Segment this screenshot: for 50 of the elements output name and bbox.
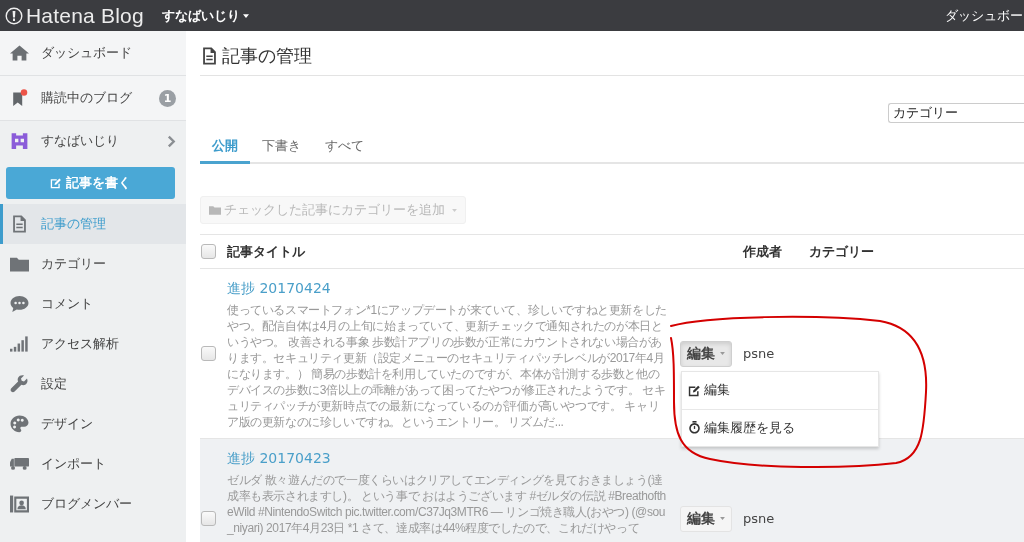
id-card-icon: [10, 495, 29, 513]
folder-icon: [209, 205, 221, 215]
sidebar-item[interactable]: アクセス解析: [0, 324, 186, 364]
tab[interactable]: すべて: [313, 130, 376, 164]
edit-dropdown-button[interactable]: 編集: [680, 340, 732, 367]
menu-item[interactable]: 編集履歴を見る: [682, 408, 878, 446]
bar-chart-icon: [10, 335, 29, 353]
edit-dropdown-button[interactable]: 編集: [680, 505, 732, 532]
logo-icon: [5, 6, 23, 25]
document-icon: [10, 215, 29, 233]
logo-text: Hatena Blog: [26, 3, 144, 28]
stopwatch-icon: [688, 421, 701, 434]
sidebar-item[interactable]: ダッシュボード: [0, 31, 186, 76]
truck-icon: [10, 455, 29, 473]
blog-menu-button[interactable]: すなばいじり: [161, 6, 249, 25]
document-icon: [202, 46, 217, 65]
column-header: カテゴリー: [809, 242, 875, 261]
edit-icon: [50, 177, 62, 189]
category-select[interactable]: カテゴリー: [888, 103, 1024, 123]
post-excerpt: ゼルダ 散々遊んだので一度くらいはクリアしてエンディングを見ておきましょう(達成率も表示されますし)。 という事で おはようございます #ゼルダの伝説 #BreathoftheWild #NintendoSwitch pic.twitter.com/C37Jq3MTR6 — リンゴ焼き職人(おやつ) (@sou_niyari) 2017年4月23日 *1 さて、達成率は44%程度でしたので、これだけやって: [227, 472, 667, 536]
chevron-right-icon: [167, 134, 176, 148]
checkbox[interactable]: [201, 346, 216, 361]
tab[interactable]: 下書き: [250, 130, 313, 164]
caret-icon: [720, 352, 725, 355]
caret-icon: [720, 517, 725, 520]
author-name: psne: [743, 346, 775, 361]
checkbox[interactable]: [201, 244, 216, 259]
sidebar-item[interactable]: ブログメンバー: [0, 484, 186, 524]
column-header: 作成者: [743, 242, 783, 261]
speech-bubble-icon: [10, 295, 29, 313]
edit-icon: [688, 383, 701, 397]
page-title: 記事の管理: [222, 43, 312, 68]
sidebar-item[interactable]: デザイン: [0, 404, 186, 444]
count-badge: 1: [159, 89, 176, 107]
sidebar-item[interactable]: カテゴリー: [0, 244, 186, 284]
dashboard-link[interactable]: ダッシュボー: [945, 6, 1024, 25]
sidebar-item[interactable]: インポート: [0, 444, 186, 484]
caret-icon: [452, 208, 457, 212]
folder-icon: [10, 255, 29, 273]
sidebar-item[interactable]: コメント: [0, 284, 186, 324]
sidebar-item[interactable]: 購読中のブログ 1: [0, 76, 186, 121]
post-excerpt: 使っているスマートフォン*1にアップデートが来ていて、珍しいですねと更新をしたやつ。配信自体は4月の上旬に始まっていて、更新チェックで通知されたのが本日というやつ。 改善される事象 歩数計アプリの歩数が正常にカウントされない場合があります。セキュリティ更新（設定メニューのセキュリティパッチレベルが2017年4月になります。） 簡易の歩数計を利用していたのですが、本体が計測する歩数と他のデバイスの歩数に3倍以上の乖離があって困ってたやつが修正されたようです。 セキュリティパッチが更新時点での最新になっているのが評価が高いやつです。 キャリア版の更新なのに珍しいですね。というエントリー。 リズムだ...: [227, 302, 667, 430]
palette-icon: [10, 415, 29, 433]
wrench-icon: [10, 375, 29, 393]
author-name: psne: [743, 511, 775, 526]
caret-icon: [242, 13, 249, 18]
checkbox[interactable]: [201, 511, 216, 526]
sidebar-item[interactable]: 設定: [0, 364, 186, 404]
column-header: 記事タイトル: [227, 242, 306, 261]
menu-item[interactable]: 編集: [682, 371, 878, 409]
